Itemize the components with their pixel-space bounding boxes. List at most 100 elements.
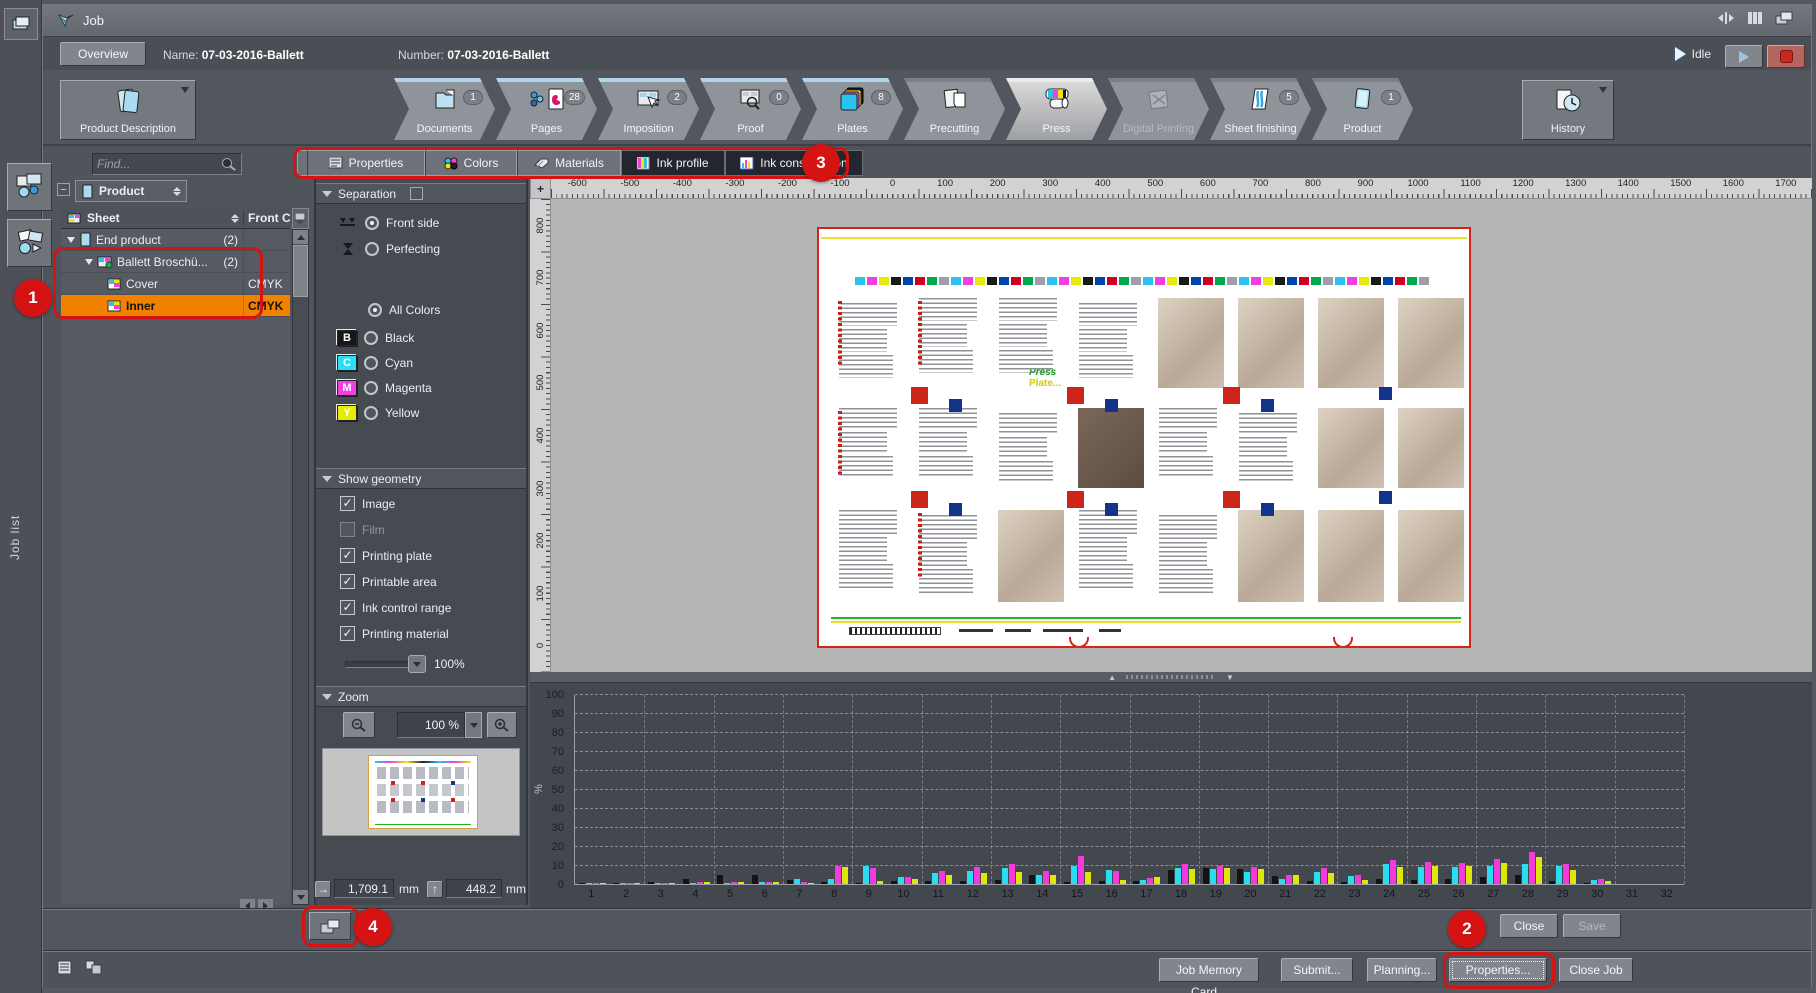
geometry-printable-area-row[interactable]: ✓ Printable area [340,574,526,589]
image-checkbox[interactable]: ✓ [340,496,355,511]
ink-zone-19[interactable] [1199,695,1234,884]
ink-zone-28[interactable] [1511,695,1546,884]
geometry-printing-material-row[interactable]: ✓ Printing material [340,626,526,641]
start-processing-button[interactable] [1725,45,1763,68]
workflow-step-product[interactable]: 1 Product [1312,78,1413,140]
job-list-panel-button[interactable] [4,8,38,40]
cyan-option[interactable]: C Cyan [337,355,413,371]
ink-zone-18[interactable] [1164,695,1199,884]
tree-row-cover[interactable]: Cover CMYK [61,273,290,295]
list-view-icon[interactable] [55,958,79,976]
geometry-ink-control-range-row[interactable]: ✓ Ink control range [340,600,526,615]
close-job-button[interactable]: Close Job [1559,958,1633,982]
preview-chart-splitter[interactable]: ▲▼ [530,672,1812,682]
opacity-slider[interactable] [345,661,415,668]
product-description-button[interactable]: Product Description [60,80,196,140]
tree-scrollbar[interactable] [292,229,309,905]
tree-header[interactable]: Sheet Front C [61,208,290,229]
tab-ink-consumption[interactable]: Ink consumption [725,150,863,176]
job-list-label[interactable]: Job list [8,430,28,560]
printing-plate-checkbox[interactable]: ✓ [340,548,355,563]
ink-zone-6[interactable] [748,695,783,884]
front-side-radio[interactable] [365,216,379,230]
ink-zone-32[interactable] [1649,695,1684,884]
geometry-image-row[interactable]: ✓ Image [340,496,526,511]
job-memory-card-button[interactable]: Job Memory Card... [1159,958,1259,982]
tree-row-end-product[interactable]: End product (2) [61,229,290,251]
tab-materials[interactable]: Materials [517,150,621,176]
collapse-all-button[interactable]: − [57,183,70,196]
ink-zone-13[interactable] [991,695,1026,884]
black-option[interactable]: B Black [337,330,414,346]
navigator-panel[interactable] [322,748,520,836]
ink-zone-1[interactable] [575,695,610,884]
sheet-height-field[interactable]: 448.2 [446,879,502,898]
workflow-step-pages[interactable]: 28 Pages [496,78,597,140]
tab-ink-profile[interactable]: Ink profile [621,150,725,176]
separation-checkbox[interactable] [410,187,423,200]
search-icon[interactable] [221,157,237,172]
plate-view-tool-button[interactable] [7,219,52,267]
column-config-button[interactable] [292,208,309,229]
split-view-icon[interactable] [1717,11,1735,25]
ink-zone-11[interactable] [922,695,957,884]
ink-zone-20[interactable] [1233,695,1268,884]
scroll-down-button[interactable] [293,890,308,904]
scroll-up-button[interactable] [293,230,308,244]
ink-zone-12[interactable] [956,695,991,884]
ink-zone-15[interactable] [1060,695,1095,884]
zoom-section-header[interactable]: Zoom [316,686,526,707]
expand-icon[interactable] [67,237,75,243]
workflow-step-proof[interactable]: 0 Proof [700,78,801,140]
ink-zone-5[interactable] [714,695,749,884]
separation-section-header[interactable]: Separation [316,183,526,204]
tab-colors[interactable]: Colors [425,150,517,176]
ink-zone-30[interactable] [1580,695,1615,884]
zoom-dropdown-button[interactable] [465,712,482,738]
workflow-step-plates[interactable]: 8 Plates [802,78,903,140]
scrollbar-thumb[interactable] [293,245,308,297]
properties-button[interactable]: Properties... [1449,958,1547,982]
show-geometry-section-header[interactable]: Show geometry [316,468,526,489]
zoom-value-field[interactable]: 100 % [397,712,465,738]
ink-zone-8[interactable] [818,695,853,884]
tree-row-inner[interactable]: Inner CMYK [61,295,290,317]
ink-zone-3[interactable] [644,695,679,884]
ink-control-range-checkbox[interactable]: ✓ [340,600,355,615]
history-button[interactable]: History [1522,80,1614,140]
zoom-in-button[interactable] [487,712,517,738]
ink-zone-31[interactable] [1615,695,1650,884]
opacity-slider-thumb[interactable] [408,655,426,673]
ink-zone-7[interactable] [783,695,818,884]
ink-zone-26[interactable] [1441,695,1476,884]
ink-zone-22[interactable] [1303,695,1338,884]
printing-material-checkbox[interactable]: ✓ [340,626,355,641]
ink-zone-29[interactable] [1545,695,1580,884]
cyan-radio[interactable] [364,356,378,370]
submit-button[interactable]: Submit... [1281,958,1353,982]
sheet-width-field[interactable]: 1,709.1 [334,879,394,898]
all-colors-option[interactable]: All Colors [368,303,440,317]
workflow-step-documents[interactable]: 1 Documents [394,78,495,140]
expand-icon[interactable] [85,259,93,265]
panels-icon[interactable] [1747,11,1763,25]
ink-zone-16[interactable] [1095,695,1130,884]
perfecting-option[interactable]: Perfecting [341,242,440,256]
ink-zone-2[interactable] [610,695,645,884]
planning-button[interactable]: Planning... [1367,958,1437,982]
sort-icon[interactable] [231,214,239,223]
printable-area-checkbox[interactable]: ✓ [340,574,355,589]
black-radio[interactable] [364,331,378,345]
detach-panel-button[interactable] [309,912,351,940]
splitter-grip[interactable] [1126,675,1216,679]
magenta-option[interactable]: M Magenta [337,380,432,396]
stop-processing-button[interactable] [1767,45,1805,68]
sheet-view-tool-button[interactable] [7,163,52,211]
perfecting-radio[interactable] [365,242,379,256]
ink-zone-25[interactable] [1407,695,1442,884]
ink-zone-14[interactable] [1026,695,1061,884]
zoom-out-button[interactable] [343,712,375,738]
sheet[interactable]: Press Plate... [817,227,1471,648]
workflow-step-precutting[interactable]: Precutting [904,78,1005,140]
save-button[interactable]: Save [1563,914,1621,938]
